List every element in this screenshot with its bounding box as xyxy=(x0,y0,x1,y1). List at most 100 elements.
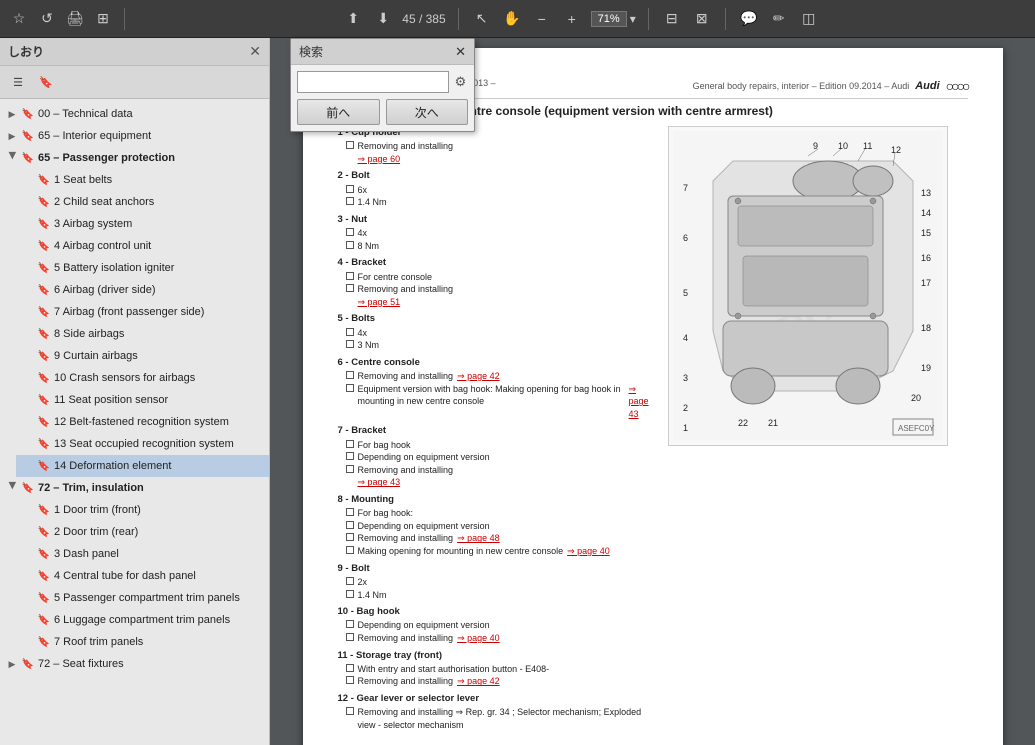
sidebar-expand-btn[interactable]: ☰ xyxy=(6,70,30,94)
bookmark-icon-2: 🔖 xyxy=(37,195,51,209)
sidebar-item-2[interactable]: ▶ 🔖 2 Child seat anchors xyxy=(16,191,269,213)
search-input[interactable] xyxy=(297,71,449,93)
sidebar-item-72_2[interactable]: ▶ 🔖 2 Door trim (rear) xyxy=(16,521,269,543)
part-detail-5a: 4x xyxy=(338,327,658,340)
sidebar-item-10[interactable]: ▶ 🔖 10 Crash sensors for airbags xyxy=(16,367,269,389)
print-icon[interactable]: 🖨 xyxy=(64,8,86,30)
sidebar-item-72[interactable]: ▶ 🔖 72 – Trim, insulation xyxy=(0,477,269,499)
sidebar-item-72_5[interactable]: ▶ 🔖 5 Passenger compartment trim panels xyxy=(16,587,269,609)
stamp-icon[interactable]: ◫ xyxy=(798,8,820,30)
checkbox-8d xyxy=(346,546,354,554)
zoom-dropdown-arrow[interactable]: ▾ xyxy=(630,12,636,26)
search-popup-body: ⚙ 前へ 次へ xyxy=(291,65,474,131)
sidebar-item-72_6[interactable]: ▶ 🔖 6 Luggage compartment trim panels xyxy=(16,609,269,631)
bookmark-icon[interactable]: ☆ xyxy=(8,8,30,30)
link-6b[interactable]: ⇒ page 43 xyxy=(629,383,658,421)
link-8c[interactable]: ⇒ page 48 xyxy=(457,532,500,545)
sidebar-label-65p: 65 – Passenger protection xyxy=(38,152,263,164)
sep2 xyxy=(458,8,459,30)
svg-text:13: 13 xyxy=(921,188,931,198)
sidebar-label-13: 13 Seat occupied recognition system xyxy=(54,438,263,450)
sidebar-item-72b[interactable]: ▶ 🔖 72 – Seat fixtures xyxy=(0,653,269,675)
link-4c[interactable]: ⇒ page 51 xyxy=(358,296,401,309)
sidebar-item-65i[interactable]: ▶ 🔖 65 – Interior equipment xyxy=(0,125,269,147)
link-1b[interactable]: ⇒ page 60 xyxy=(358,153,401,166)
search-next-button[interactable]: 次へ xyxy=(386,99,469,125)
link-11b[interactable]: ⇒ page 42 xyxy=(457,675,500,688)
link-7d[interactable]: ⇒ page 43 xyxy=(358,476,401,489)
sidebar-item-1[interactable]: ▶ 🔖 1 Seat belts xyxy=(16,169,269,191)
zoom-fit-icon[interactable]: ⊞ xyxy=(92,8,114,30)
zoom-control: 71% ▾ xyxy=(591,11,636,27)
fit-width-icon[interactable]: ⊟ xyxy=(661,8,683,30)
sidebar-label-72_7: 7 Roof trim panels xyxy=(54,636,263,648)
checkbox-5a xyxy=(346,328,354,336)
bookmark-icon-72_3: 🔖 xyxy=(37,547,51,561)
search-popup: 検索 ✕ ⚙ 前へ 次へ xyxy=(290,38,475,132)
cursor-icon[interactable]: ↖ xyxy=(471,8,493,30)
svg-text:20: 20 xyxy=(911,393,921,403)
close-sidebar-icon[interactable]: ✕ xyxy=(249,43,261,60)
exploded-diagram: AUDI AG 9 10 11 12 13 14 15 16 17 18 xyxy=(668,126,948,446)
part-detail-8c: Removing and installing ⇒ page 48 xyxy=(338,532,658,545)
sidebar-item-5[interactable]: ▶ 🔖 5 Battery isolation igniter xyxy=(16,257,269,279)
sidebar-bookmark-btn[interactable]: 🔖 xyxy=(34,70,58,94)
sidebar-item-11[interactable]: ▶ 🔖 11 Seat position sensor xyxy=(16,389,269,411)
bookmark-icon-12: 🔖 xyxy=(37,415,51,429)
link-6a[interactable]: ⇒ page 42 xyxy=(457,370,500,383)
zoom-in-icon[interactable]: + xyxy=(561,8,583,30)
comment-icon[interactable]: 💬 xyxy=(738,8,760,30)
sidebar-item-8[interactable]: ▶ 🔖 8 Side airbags xyxy=(16,323,269,345)
part-detail-4a: For centre console xyxy=(338,271,658,284)
bookmark-icon-8: 🔖 xyxy=(37,327,51,341)
sidebar-header-icons: ✕ xyxy=(249,43,261,60)
sidebar-item-14[interactable]: ▶ 🔖 14 Deformation element xyxy=(16,455,269,477)
upload-icon[interactable]: ⬆ xyxy=(342,8,364,30)
svg-text:4: 4 xyxy=(683,333,688,343)
sidebar-item-72_1[interactable]: ▶ 🔖 1 Door trim (front) xyxy=(16,499,269,521)
sidebar-item-72_7[interactable]: ▶ 🔖 7 Roof trim panels xyxy=(16,631,269,653)
checkbox-9a xyxy=(346,577,354,585)
link-10b[interactable]: ⇒ page 40 xyxy=(457,632,500,645)
sidebar-item-9[interactable]: ▶ 🔖 9 Curtain airbags xyxy=(16,345,269,367)
close-search-icon[interactable]: ✕ xyxy=(455,44,466,60)
part-7: 7 - Bracket For bag hook Depending on eq… xyxy=(338,424,658,489)
toolbar-center: ⬆ ⬇ 45 / 385 ↖ ✋ − + 71% ▾ ⊟ ⊠ 💬 ✏ ◫ xyxy=(135,8,1027,30)
zoom-value[interactable]: 71% xyxy=(591,11,627,27)
draw-icon[interactable]: ✏ xyxy=(768,8,790,30)
bookmark-icon-72_5: 🔖 xyxy=(37,591,51,605)
pdf-area[interactable]: Audi Q3 2012 – , Audi Q3 China 2013 – Ge… xyxy=(270,38,1035,745)
link-8d[interactable]: ⇒ page 40 xyxy=(567,545,610,558)
zoom-out-icon[interactable]: − xyxy=(531,8,553,30)
diagram-svg: AUDI AG 9 10 11 12 13 14 15 16 17 18 xyxy=(673,131,943,441)
hand-icon[interactable]: ✋ xyxy=(501,8,523,30)
sep4 xyxy=(725,8,726,30)
checkbox-4b xyxy=(346,284,354,292)
tree-arrow-00: ▶ xyxy=(6,108,18,120)
sidebar-item-65p[interactable]: ▶ 🔖 65 – Passenger protection xyxy=(0,147,269,169)
checkbox-3b xyxy=(346,241,354,249)
sidebar-item-72_3[interactable]: ▶ 🔖 3 Dash panel xyxy=(16,543,269,565)
sidebar-item-13[interactable]: ▶ 🔖 13 Seat occupied recognition system xyxy=(16,433,269,455)
checkbox-10a xyxy=(346,620,354,628)
search-settings-icon[interactable]: ⚙ xyxy=(453,72,468,92)
tree-arrow-72: ▶ xyxy=(6,482,18,494)
sidebar-item-00[interactable]: ▶ 🔖 00 – Technical data xyxy=(0,103,269,125)
svg-text:ASEFC0Y: ASEFC0Y xyxy=(898,424,935,433)
checkbox-11a xyxy=(346,664,354,672)
search-prev-button[interactable]: 前へ xyxy=(297,99,380,125)
checkbox-5b xyxy=(346,340,354,348)
download-icon[interactable]: ⬇ xyxy=(372,8,394,30)
sidebar-item-72_4[interactable]: ▶ 🔖 4 Central tube for dash panel xyxy=(16,565,269,587)
main-toolbar: ☆ ↺ 🖨 ⊞ ⬆ ⬇ 45 / 385 ↖ ✋ − + 71% ▾ ⊟ ⊠ 💬… xyxy=(0,0,1035,38)
svg-text:1: 1 xyxy=(683,423,688,433)
sidebar-item-4[interactable]: ▶ 🔖 4 Airbag control unit xyxy=(16,235,269,257)
sidebar-label-1: 1 Seat belts xyxy=(54,174,263,186)
sidebar-item-3[interactable]: ▶ 🔖 3 Airbag system xyxy=(16,213,269,235)
sidebar-item-7[interactable]: ▶ 🔖 7 Airbag (front passenger side) xyxy=(16,301,269,323)
rotate-left-icon[interactable]: ↺ xyxy=(36,8,58,30)
sidebar-item-6[interactable]: ▶ 🔖 6 Airbag (driver side) xyxy=(16,279,269,301)
part-detail-3b: 8 Nm xyxy=(338,240,658,253)
fit-page-icon[interactable]: ⊠ xyxy=(691,8,713,30)
sidebar-item-12[interactable]: ▶ 🔖 12 Belt-fastened recognition system xyxy=(16,411,269,433)
